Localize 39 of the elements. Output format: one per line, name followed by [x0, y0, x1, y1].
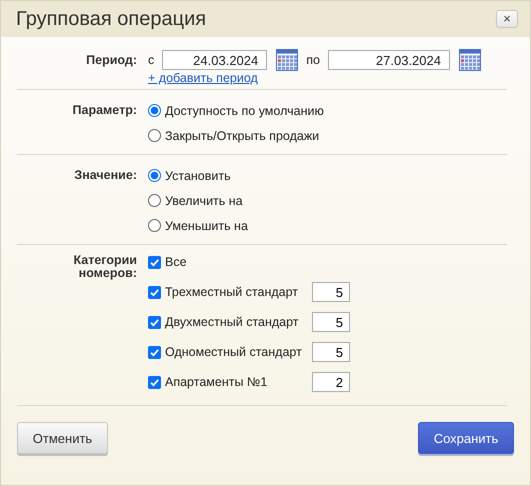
checkbox[interactable] — [148, 256, 161, 268]
from-label: с — [148, 53, 154, 67]
field-label: Параметр: — [72, 102, 137, 119]
field-label: Период: — [85, 52, 137, 69]
calendar-icon[interactable] — [458, 49, 481, 71]
add-period-link[interactable]: + добавить период — [148, 71, 258, 85]
option-label[interactable]: Увеличить на — [165, 194, 243, 208]
checkbox[interactable] — [148, 376, 161, 388]
checkbox-label[interactable]: Все — [165, 255, 187, 269]
to-label: по — [306, 53, 320, 67]
checkbox[interactable] — [148, 316, 161, 328]
dialog-title: Групповая операция — [16, 8, 206, 30]
option-label[interactable]: Уменьшить на — [165, 218, 248, 232]
calendar-icon[interactable] — [276, 49, 298, 71]
checkbox[interactable] — [148, 346, 161, 358]
radio-button[interactable] — [148, 194, 161, 207]
date-field[interactable]: 27.03.2024 — [328, 50, 450, 70]
quantity-field[interactable]: 5 — [312, 312, 350, 332]
date-field[interactable]: 24.03.2024 — [162, 50, 268, 70]
option-label[interactable]: Закрыть/Открыть продажи — [165, 128, 320, 142]
radio-button[interactable] — [148, 129, 161, 142]
category-label[interactable]: Трехместный стандарт — [165, 285, 298, 299]
quantity-field[interactable]: 5 — [312, 282, 350, 302]
radio-button[interactable] — [148, 219, 161, 232]
field-label: Значение: — [73, 167, 137, 184]
category-label[interactable]: Одноместный стандарт — [165, 345, 302, 359]
option-label[interactable]: Доступность по умолчанию — [165, 104, 324, 118]
category-label[interactable]: Апартаменты №1 — [165, 375, 268, 389]
cancel-button[interactable]: Отменить — [17, 422, 108, 454]
option-label[interactable]: Установить — [165, 168, 231, 182]
checkbox[interactable] — [148, 286, 161, 298]
quantity-field[interactable]: 2 — [312, 372, 350, 392]
close-button[interactable]: × — [496, 10, 518, 28]
radio-button[interactable] — [148, 169, 161, 182]
radio-button[interactable] — [148, 104, 161, 117]
save-button[interactable]: Сохранить — [418, 422, 514, 454]
category-label[interactable]: Двухместный стандарт — [165, 315, 299, 329]
field-label: Категории номеров: — [72, 252, 137, 282]
quantity-field[interactable]: 5 — [312, 342, 350, 362]
